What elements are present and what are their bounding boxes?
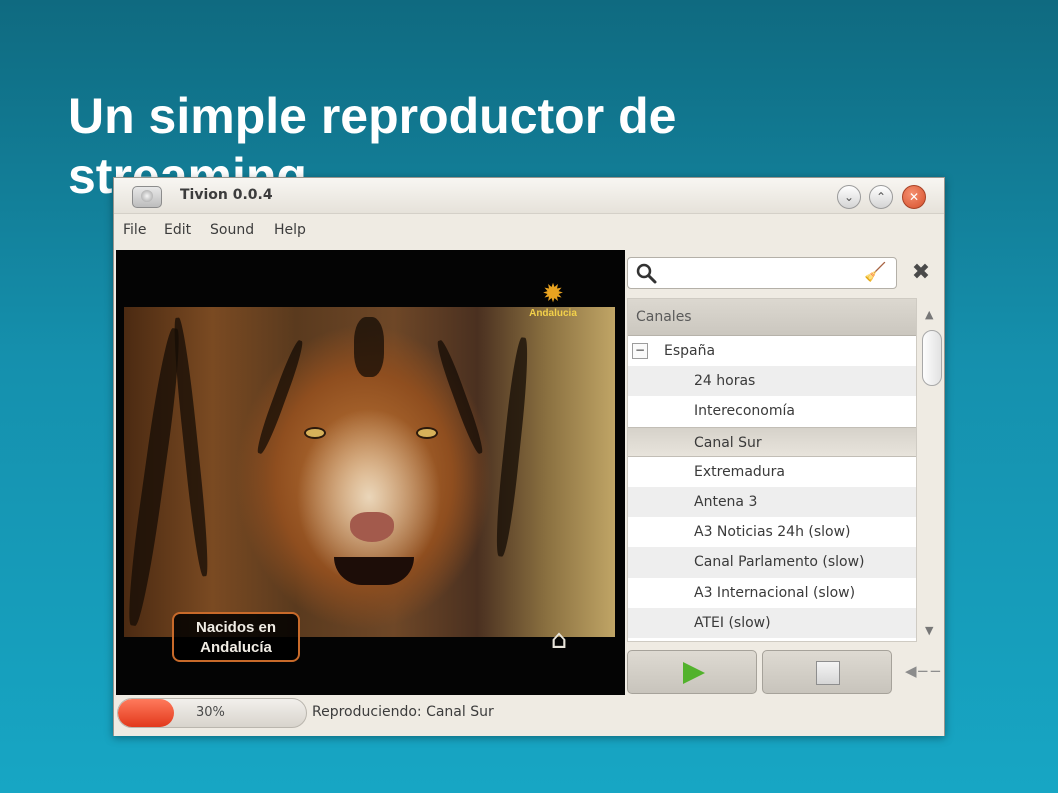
video-player[interactable]: ✹ Andalucia Nacidos en Andalucía ⌂ xyxy=(116,250,625,695)
volume-icon[interactable]: ◀−− xyxy=(905,662,942,680)
app-icon xyxy=(132,186,162,208)
list-item[interactable]: A3 Noticias 24h (slow) xyxy=(628,517,916,547)
scroll-up-icon[interactable]: ▲ xyxy=(925,308,933,321)
channel-logo-text: Andalucia xyxy=(529,308,577,319)
group-label: España xyxy=(664,343,716,359)
channel-panel: 🧹 ✖ Canales − España 24 horas Interecono… xyxy=(627,250,944,695)
stop-icon xyxy=(816,661,840,685)
play-button[interactable] xyxy=(627,650,757,694)
stop-button[interactable] xyxy=(762,650,892,694)
channel-list: Canales − España 24 horas Intereconomía … xyxy=(627,298,917,642)
progress-label: 30% xyxy=(196,705,225,720)
maximize-button[interactable]: ⌃ xyxy=(869,185,893,209)
minimize-button[interactable]: ⌄ xyxy=(837,185,861,209)
video-frame-tiger xyxy=(123,307,615,637)
list-header[interactable]: Canales xyxy=(628,299,916,336)
app-window: Tivion 0.0.4 ⌄ ⌃ ✕ File Edit Sound Help … xyxy=(113,177,945,736)
list-item[interactable]: A3 Internacional (slow) xyxy=(628,578,916,608)
progress-bar: 30% xyxy=(117,698,307,728)
list-item-selected[interactable]: Canal Sur xyxy=(628,426,916,457)
window-title: Tivion 0.0.4 xyxy=(180,187,273,203)
menu-bar: File Edit Sound Help xyxy=(114,218,944,244)
program-title-overlay: Nacidos en Andalucía xyxy=(172,612,300,662)
paw-house-icon: ⌂ xyxy=(550,625,568,655)
search-box: 🧹 xyxy=(627,257,897,289)
scroll-down-icon[interactable]: ▼ xyxy=(925,624,933,637)
close-icon[interactable]: ✖ xyxy=(907,259,935,287)
status-text: Reproduciendo: Canal Sur xyxy=(312,704,494,720)
sun-logo-icon: ✹ xyxy=(542,279,564,309)
status-bar: 30% Reproduciendo: Canal Sur xyxy=(114,696,944,736)
scroll-thumb[interactable] xyxy=(922,330,942,386)
close-button[interactable]: ✕ xyxy=(902,185,926,209)
play-icon xyxy=(683,662,705,684)
menu-help[interactable]: Help xyxy=(274,222,306,238)
collapse-icon[interactable]: − xyxy=(632,343,648,359)
list-item[interactable]: Antena 3 xyxy=(628,486,916,518)
progress-fill xyxy=(118,699,175,727)
search-input[interactable] xyxy=(662,263,858,283)
search-icon xyxy=(636,263,657,284)
title-bar[interactable]: Tivion 0.0.4 ⌄ ⌃ ✕ xyxy=(114,178,944,214)
broom-icon[interactable]: 🧹 xyxy=(864,262,888,286)
menu-sound[interactable]: Sound xyxy=(210,222,254,238)
list-item[interactable]: Canal Parlamento (slow) xyxy=(628,547,916,578)
list-item[interactable]: Intereconomía xyxy=(628,396,916,426)
channel-logo: ✹ Andalucia xyxy=(526,280,580,332)
list-item[interactable]: Extremadura xyxy=(628,457,916,487)
scrollbar[interactable]: ▲ ▼ xyxy=(919,298,943,642)
list-group-spain[interactable]: − España xyxy=(628,336,916,366)
list-item[interactable]: 24 horas xyxy=(628,366,916,397)
list-item[interactable]: ATEI (slow) xyxy=(628,607,916,638)
menu-file[interactable]: File xyxy=(123,222,146,238)
menu-edit[interactable]: Edit xyxy=(164,222,191,238)
